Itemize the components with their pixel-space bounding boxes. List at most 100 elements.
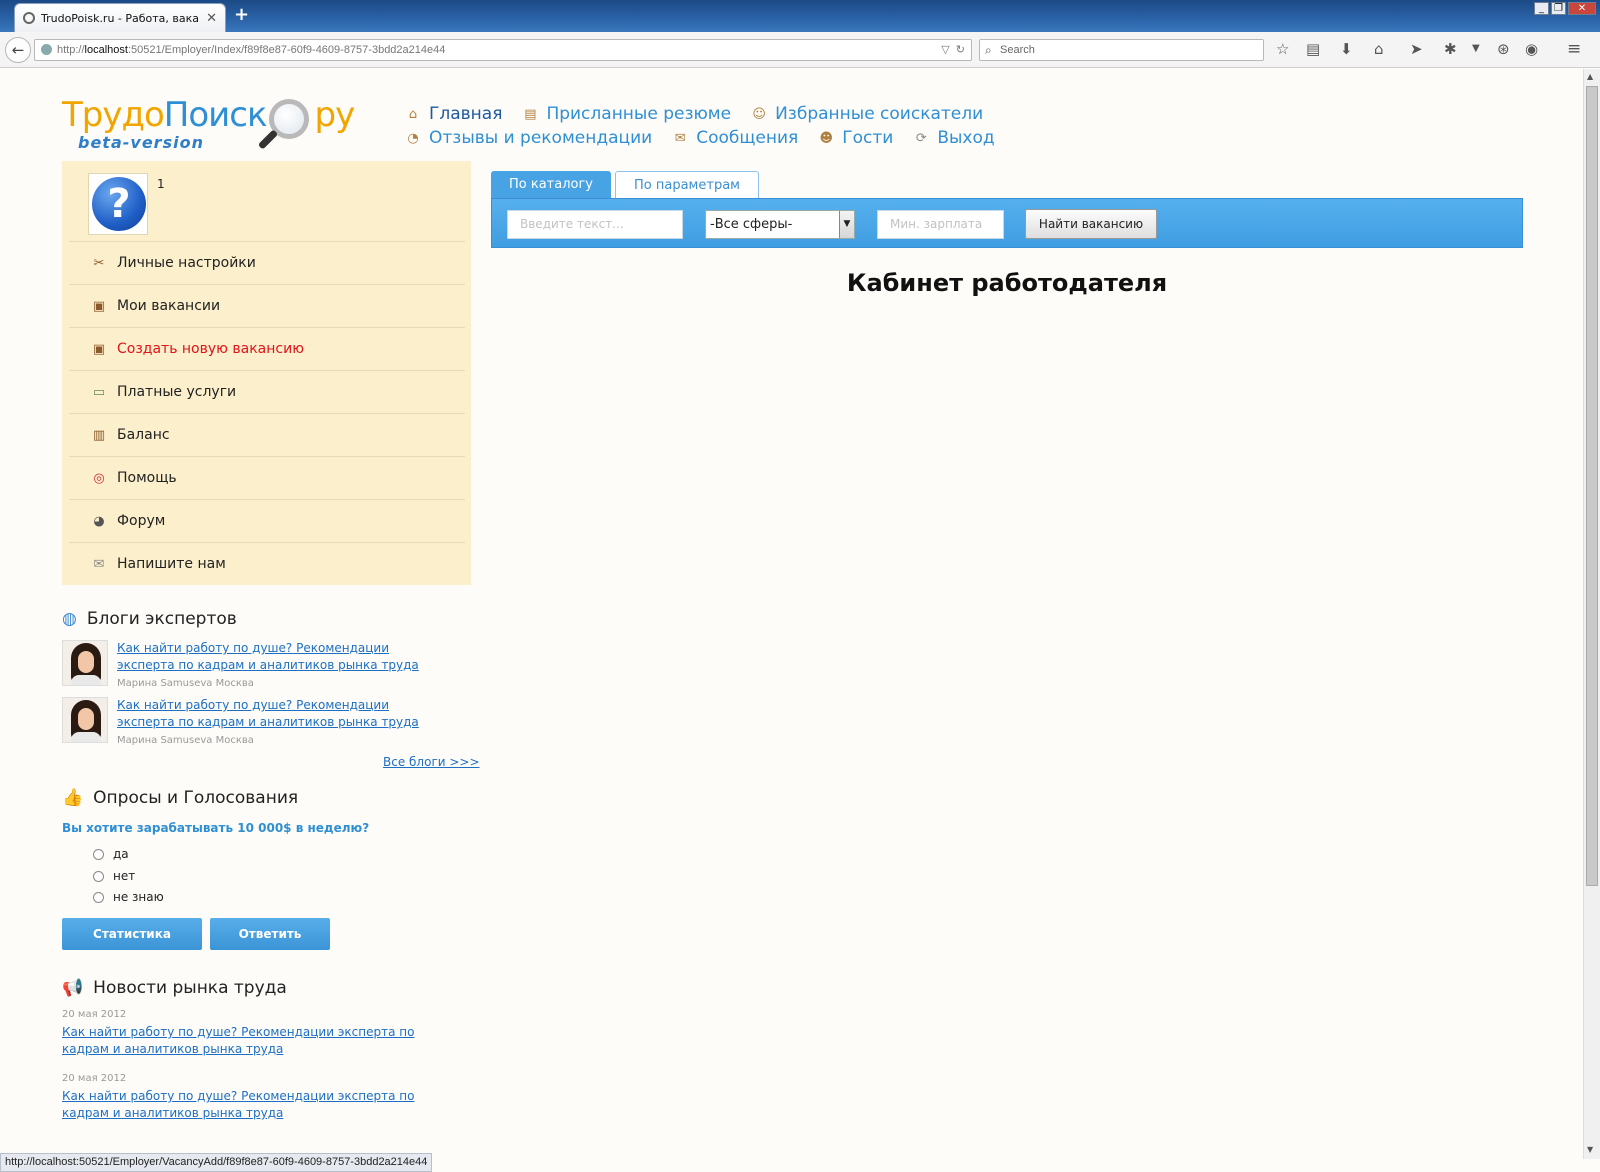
blog-author: Марина Samuseva Москва [117,678,254,688]
send-icon[interactable]: ➤ [1410,41,1423,57]
forum-icon: ◕ [93,513,105,529]
sidebar-item-create-vacancy[interactable]: ▣ Создать новую вакансию [69,327,465,370]
news-link[interactable]: Как найти работу по душе? Рекомендации э… [62,1088,442,1122]
sidebar-item-settings[interactable]: ✂ Личные настройки [69,241,465,284]
scroll-down-icon[interactable]: ▼ [1587,1145,1593,1154]
blog-link[interactable]: Как найти работу по душе? Рекомендации э… [117,640,437,674]
nav-messages-label: Сообщения [696,128,799,148]
dropdown-icon[interactable]: ▼ [1472,41,1480,57]
restore-icon[interactable]: ❐ [1551,2,1566,15]
sidebar-item-label: Баланс [117,427,170,443]
search-tabs: По каталогу По параметрам [491,171,763,198]
poll-option-dont-know[interactable]: не знаю [93,890,164,904]
money-icon: ▭ [92,384,106,400]
poll-option-no[interactable]: нет [93,869,135,883]
menu-hamburger-icon[interactable]: ≡ [1567,41,1581,58]
poll-title: Опросы и Голосования [93,788,299,808]
nav-favorites[interactable]: ☺ Избранные соискатели [751,104,983,124]
scrollbar-thumb[interactable] [1586,86,1598,886]
sidebar-item-help[interactable]: ◎ Помощь [69,456,465,499]
sidebar: ? 1 ✂ Личные настройки ▣ Мои вакансии ▣ Соз… [62,161,471,585]
scroll-up-icon[interactable]: ▲ [1587,72,1593,81]
url-bar[interactable]: http://localhost:50521/Employer/Index/f8… [34,39,972,61]
expert-photo [62,640,108,686]
person-icon: ☺ [752,106,766,122]
briefcase-icon: ▣ [92,298,106,314]
site-logo[interactable]: ТрудоПоиск ру beta-version [62,95,355,152]
sphere-select[interactable]: -Все сферы- ▼ [705,210,855,239]
reading-list-icon[interactable]: ▤ [1306,41,1320,57]
globe-chat-icon: ◍ [62,609,77,629]
poll-stats-button[interactable]: Статистика [62,918,202,950]
all-blogs-link[interactable]: Все блоги >>> [383,755,480,769]
poll-heading: 👍 Опросы и Голосования [62,788,298,808]
tab-parameters[interactable]: По параметрам [615,171,759,198]
home-browser-icon[interactable]: ⌂ [1374,41,1384,57]
envelope-icon: ✉ [674,130,686,146]
poll-option-label: не знаю [113,890,164,904]
nav-home-label: Главная [429,104,503,124]
close-window-icon[interactable]: ✕ [1568,2,1596,15]
news-heading: 📢 Новости рынка труда [62,978,287,998]
pocket-icon[interactable]: ⊛ [1497,41,1510,57]
radio-button[interactable] [93,870,104,882]
sidebar-item-balance[interactable]: ▥ Баланс [69,413,465,456]
blogs-heading: ◍ Блоги экспертов [62,609,237,629]
avatar[interactable]: ? [88,173,148,235]
find-vacancy-button[interactable]: Найти вакансию [1025,209,1157,239]
tab-catalog[interactable]: По каталогу [491,171,612,198]
poll-option-label: нет [113,869,136,883]
new-tab-button[interactable]: + [234,4,249,25]
chevron-down-icon[interactable]: ▼ [839,211,854,238]
sidebar-item-paid-services[interactable]: ▭ Платные услуги [69,370,465,413]
nav-logout-label: Выход [937,128,995,148]
sync-icon[interactable]: ◉ [1525,41,1538,57]
sidebar-item-contact[interactable]: ✉ Напишите нам [69,542,465,585]
nav-resumes-label: Присланные резюме [546,104,732,124]
nav-reviews-label: Отзывы и рекомендации [429,128,653,148]
back-button[interactable]: ← [5,37,31,63]
news-title: Новости рынка труда [93,978,287,998]
url-path: :50521/Employer/Index/f89f8e87-60f9-4609… [127,44,446,56]
chat-icon: ◔ [407,130,419,146]
nav-logout[interactable]: ⟳ Выход [913,128,995,148]
tab-close-icon[interactable]: ✕ [206,11,217,26]
news-date: 20 мая 2012 [62,1009,127,1020]
poll-option-yes[interactable]: да [93,847,129,861]
min-salary-input[interactable]: Мин. зарплата [877,210,1004,239]
radio-button[interactable] [93,891,104,903]
mail-icon: ✉ [93,556,105,572]
thumbs-up-icon: 👍 [62,788,84,808]
vacancy-search-panel: Введите текст... -Все сферы- ▼ Мин. зарп… [491,198,1523,248]
nav-messages[interactable]: ✉ Сообщения [672,128,798,148]
browser-search-input[interactable]: ⌕ Search [979,39,1264,61]
status-bar: http://localhost:50521/Employer/VacancyA… [0,1153,433,1172]
minimize-icon[interactable]: _ [1534,2,1549,15]
blog-link[interactable]: Как найти работу по душе? Рекомендации э… [117,697,437,731]
sidebar-item-forum[interactable]: ◕ Форум [69,499,465,542]
top-navigation: ⌂ Главная ▤ Присланные резюме ☺ Избранные с… [405,102,1015,150]
nav-home[interactable]: ⌂ Главная [405,104,503,124]
sidebar-item-label: Напишите нам [117,556,226,572]
logo-beta-label: beta-version [78,133,204,152]
addon-icon[interactable]: ✱ [1444,41,1457,57]
search-text-input[interactable]: Введите текст... [507,210,683,239]
expert-photo [62,697,108,743]
nav-guests-label: Гости [842,128,894,148]
sidebar-item-my-vacancies[interactable]: ▣ Мои вакансии [69,284,465,327]
sphere-selected-value: -Все сферы- [710,217,793,232]
downloads-icon[interactable]: ⬇ [1340,41,1353,57]
nav-guests[interactable]: ☻ Гости [818,128,893,148]
nav-reviews[interactable]: ◔ Отзывы и рекомендации [405,128,652,148]
radio-button[interactable] [93,848,104,860]
poll-answer-button[interactable]: Ответить [210,918,330,950]
reload-icon[interactable]: ▽ ↻ [941,40,965,60]
blog-author: Марина Samuseva Москва [117,735,254,745]
browser-tab[interactable]: TrudoPoisk.ru - Работа, вака... ✕ [14,3,226,32]
bookmark-star-icon[interactable]: ☆ [1276,41,1289,57]
logo-part-3: ру [314,95,355,135]
page-scrollbar[interactable]: ▲ ▼ [1583,69,1600,1159]
nav-resumes[interactable]: ▤ Присланные резюме [522,104,731,124]
page-favicon-icon [23,12,35,24]
news-link[interactable]: Как найти работу по душе? Рекомендации э… [62,1024,442,1058]
